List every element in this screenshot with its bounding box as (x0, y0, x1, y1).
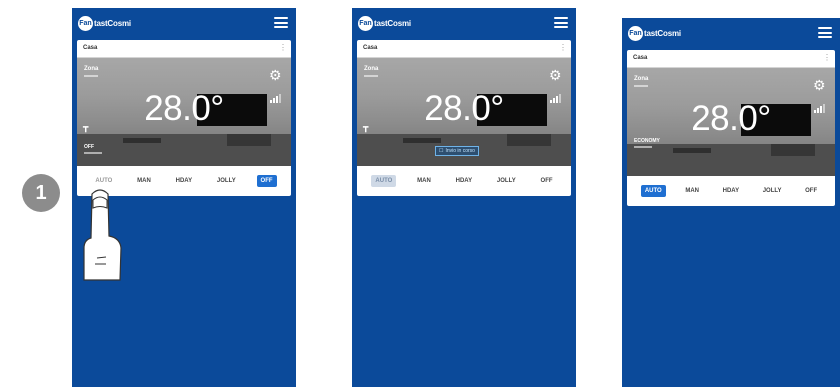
menu-icon[interactable] (274, 17, 288, 28)
mode-man-button[interactable]: MAN (681, 185, 703, 197)
app-header: Fan tastCosmi (72, 8, 296, 40)
temperature-display: 28.0° (424, 89, 504, 128)
app-logo: Fan tastCosmi (358, 16, 411, 31)
location-label: Casa (83, 45, 98, 51)
room-photo: Zona ⚙ 28.0° ┳ OFF (77, 58, 291, 166)
sending-notice: ☐ Invio in corso (435, 146, 479, 156)
zone-label: Zona (634, 76, 649, 82)
temperature-display: 28.0° (691, 99, 771, 138)
location-header[interactable]: Casa ⋮ (77, 40, 291, 58)
sending-notice-text: Invio in corso (445, 148, 475, 154)
mode-hday-button[interactable]: HDAY (452, 175, 476, 187)
check-icon: ☐ (439, 148, 444, 154)
mode-man-button[interactable]: MAN (413, 175, 435, 187)
logo-mark: Fan (358, 16, 373, 31)
mode-auto-button[interactable]: AUTO (371, 175, 397, 187)
mode-status: ECONOMY (634, 138, 660, 144)
gear-icon[interactable]: ⚙ (549, 68, 564, 83)
gear-icon[interactable]: ⚙ (813, 78, 828, 93)
mode-bar: AUTO MAN HDAY JOLLY OFF (627, 176, 835, 206)
menu-icon[interactable] (554, 17, 568, 28)
app-logo: Fan tastCosmi (628, 26, 681, 41)
mode-auto-button[interactable]: AUTO (91, 175, 116, 187)
phone-screen-2: Fan tastCosmi Casa ⋮ Zona ⚙ 28.0° ┳ ☐ In… (352, 8, 576, 387)
tap-icon: ┳ (83, 122, 89, 132)
zone-label: Zona (84, 66, 99, 72)
logo-text: tastCosmi (94, 19, 131, 28)
more-vert-icon[interactable]: ⋮ (823, 53, 831, 62)
signal-icon (550, 94, 561, 103)
mode-auto-button[interactable]: AUTO (640, 185, 666, 197)
room-photo: Zona ⚙ 28.0° ECONOMY (627, 68, 835, 176)
hand-pointer-icon (83, 189, 122, 281)
logo-mark: Fan (628, 26, 643, 41)
mode-off-button[interactable]: OFF (801, 185, 821, 197)
phone-screen-3: Fan tastCosmi Casa ⋮ Zona ⚙ 28.0° ECONOM… (622, 18, 840, 387)
logo-text: tastCosmi (374, 19, 411, 28)
mode-hday-button[interactable]: HDAY (719, 185, 743, 197)
tap-icon: ┳ (363, 122, 369, 132)
mode-status: OFF (84, 144, 94, 150)
logo-text: tastCosmi (644, 29, 681, 38)
mode-bar: AUTO MAN HDAY JOLLY OFF (357, 166, 571, 196)
more-vert-icon[interactable]: ⋮ (559, 43, 567, 52)
mode-off-button[interactable]: OFF (256, 175, 277, 187)
mode-off-button[interactable]: OFF (537, 175, 557, 187)
zone-label: Zona (364, 66, 379, 72)
location-header[interactable]: Casa ⋮ (627, 50, 835, 68)
mode-jolly-button[interactable]: JOLLY (213, 175, 240, 187)
thermostat-card: Casa ⋮ Zona ⚙ 28.0° ┳ OFF AUTO MAN HDAY … (77, 40, 291, 196)
location-label: Casa (633, 55, 648, 61)
location-label: Casa (363, 45, 378, 51)
mode-jolly-button[interactable]: JOLLY (493, 175, 520, 187)
mode-hday-button[interactable]: HDAY (172, 175, 196, 187)
menu-icon[interactable] (818, 27, 832, 38)
mode-man-button[interactable]: MAN (133, 175, 155, 187)
more-vert-icon[interactable]: ⋮ (279, 43, 287, 52)
temperature-display: 28.0° (144, 89, 224, 128)
step-number-badge: 1 (22, 174, 60, 212)
thermostat-card: Casa ⋮ Zona ⚙ 28.0° ECONOMY AUTO MAN HDA… (627, 50, 835, 206)
thermostat-card: Casa ⋮ Zona ⚙ 28.0° ┳ ☐ Invio in corso A… (357, 40, 571, 196)
location-header[interactable]: Casa ⋮ (357, 40, 571, 58)
signal-icon (814, 104, 825, 113)
app-logo: Fan tastCosmi (78, 16, 131, 31)
app-header: Fan tastCosmi (622, 18, 840, 50)
signal-icon (270, 94, 281, 103)
logo-mark: Fan (78, 16, 93, 31)
mode-jolly-button[interactable]: JOLLY (759, 185, 786, 197)
app-header: Fan tastCosmi (352, 8, 576, 40)
gear-icon[interactable]: ⚙ (269, 68, 284, 83)
room-photo: Zona ⚙ 28.0° ┳ ☐ Invio in corso (357, 58, 571, 166)
